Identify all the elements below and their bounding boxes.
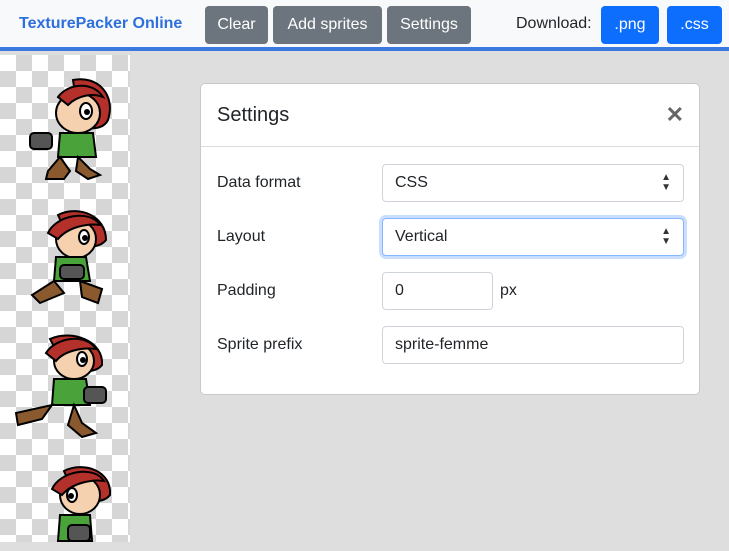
layout-value: Vertical — [395, 228, 448, 245]
download-png-button[interactable]: .png — [601, 6, 659, 44]
layout-label: Layout — [217, 228, 266, 245]
select-arrows-icon: ▲ ▼ — [661, 226, 671, 247]
padding-unit: px — [500, 282, 517, 299]
sprite-prefix-input[interactable]: sprite-femme — [382, 326, 684, 364]
close-icon[interactable]: ✕ — [666, 102, 684, 128]
sprite-image — [30, 210, 108, 305]
data-format-label: Data format — [217, 174, 301, 191]
add-sprites-button[interactable]: Add sprites — [273, 6, 382, 44]
sprite-image — [14, 334, 107, 439]
top-navbar: TexturePacker Online Clear Add sprites S… — [0, 0, 729, 51]
download-css-button[interactable]: .css — [667, 6, 722, 44]
sprite-sheet-preview — [0, 55, 130, 542]
clear-button[interactable]: Clear — [205, 6, 268, 44]
settings-button[interactable]: Settings — [387, 6, 471, 44]
padding-value: 0 — [395, 282, 404, 299]
layout-select[interactable]: Vertical ▲ ▼ — [382, 218, 684, 256]
settings-title: Settings — [217, 104, 290, 126]
data-format-select[interactable]: CSS ▲ ▼ — [382, 164, 684, 202]
padding-input[interactable]: 0 — [382, 272, 493, 310]
app-brand[interactable]: TexturePacker Online — [19, 15, 182, 33]
sprite-image — [50, 466, 112, 542]
sprite-prefix-value: sprite-femme — [395, 336, 489, 353]
download-label: Download: — [516, 15, 592, 32]
sprite-image — [29, 78, 111, 181]
data-format-value: CSS — [395, 174, 428, 191]
select-arrows-icon: ▲ ▼ — [661, 172, 671, 193]
settings-panel: Settings ✕ Data format CSS ▲ ▼ Layout Ver… — [200, 83, 700, 395]
padding-label: Padding — [217, 282, 276, 299]
settings-panel-header: Settings ✕ — [201, 84, 699, 147]
sprite-prefix-label: Sprite prefix — [217, 336, 303, 353]
